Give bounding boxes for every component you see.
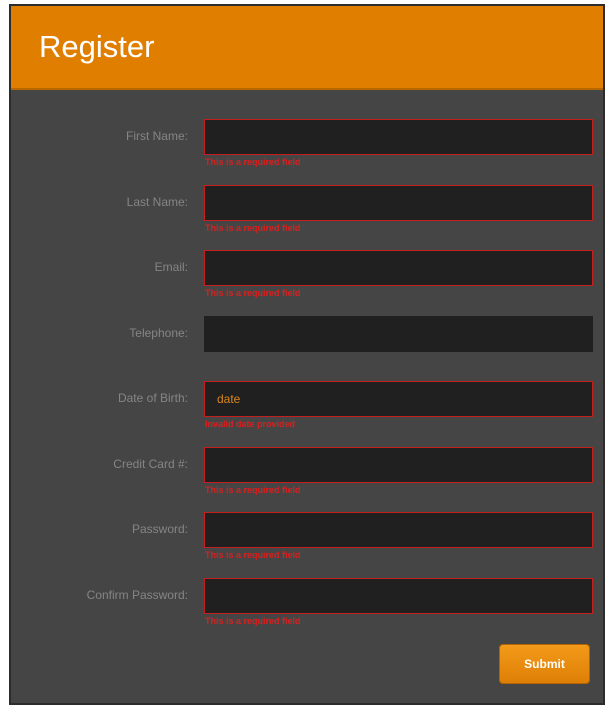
password-input[interactable] bbox=[204, 512, 593, 548]
email-error: This is a required field bbox=[205, 288, 301, 298]
credit-card-row: Credit Card #: This is a required field bbox=[11, 447, 603, 507]
confirm-password-input[interactable] bbox=[204, 578, 593, 614]
date-of-birth-error: Invalid date provided bbox=[205, 419, 296, 429]
date-of-birth-label: Date of Birth: bbox=[117, 391, 188, 405]
last-name-error: This is a required field bbox=[205, 223, 301, 233]
email-row: Email: This is a required field bbox=[11, 250, 603, 310]
submit-button[interactable]: Submit bbox=[499, 644, 590, 684]
credit-card-input[interactable] bbox=[204, 447, 593, 483]
password-row: Password: This is a required field bbox=[11, 512, 603, 572]
first-name-row: First Name: This is a required field bbox=[11, 119, 603, 179]
last-name-input[interactable] bbox=[204, 185, 593, 221]
register-panel: Register First Name: This is a required … bbox=[9, 4, 605, 705]
password-error: This is a required field bbox=[205, 550, 301, 560]
password-label: Password: bbox=[131, 522, 188, 536]
confirm-password-row: Confirm Password: This is a required fie… bbox=[11, 578, 603, 638]
first-name-error: This is a required field bbox=[205, 157, 301, 167]
date-of-birth-input[interactable] bbox=[204, 381, 593, 417]
confirm-password-label: Confirm Password: bbox=[86, 588, 188, 602]
page-title: Register bbox=[39, 29, 155, 64]
telephone-input[interactable] bbox=[204, 316, 593, 352]
telephone-label: Telephone: bbox=[129, 326, 188, 340]
last-name-label: Last Name: bbox=[126, 195, 188, 209]
confirm-password-error: This is a required field bbox=[205, 616, 301, 626]
credit-card-label: Credit Card #: bbox=[113, 457, 188, 471]
last-name-row: Last Name: This is a required field bbox=[11, 185, 603, 245]
first-name-input[interactable] bbox=[204, 119, 593, 155]
email-input[interactable] bbox=[204, 250, 593, 286]
first-name-label: First Name: bbox=[125, 129, 188, 143]
date-of-birth-row: Date of Birth: Invalid date provided bbox=[11, 381, 603, 441]
credit-card-error: This is a required field bbox=[205, 485, 301, 495]
telephone-row: Telephone: bbox=[11, 316, 603, 376]
register-header: Register bbox=[11, 6, 603, 90]
email-label: Email: bbox=[154, 260, 188, 274]
